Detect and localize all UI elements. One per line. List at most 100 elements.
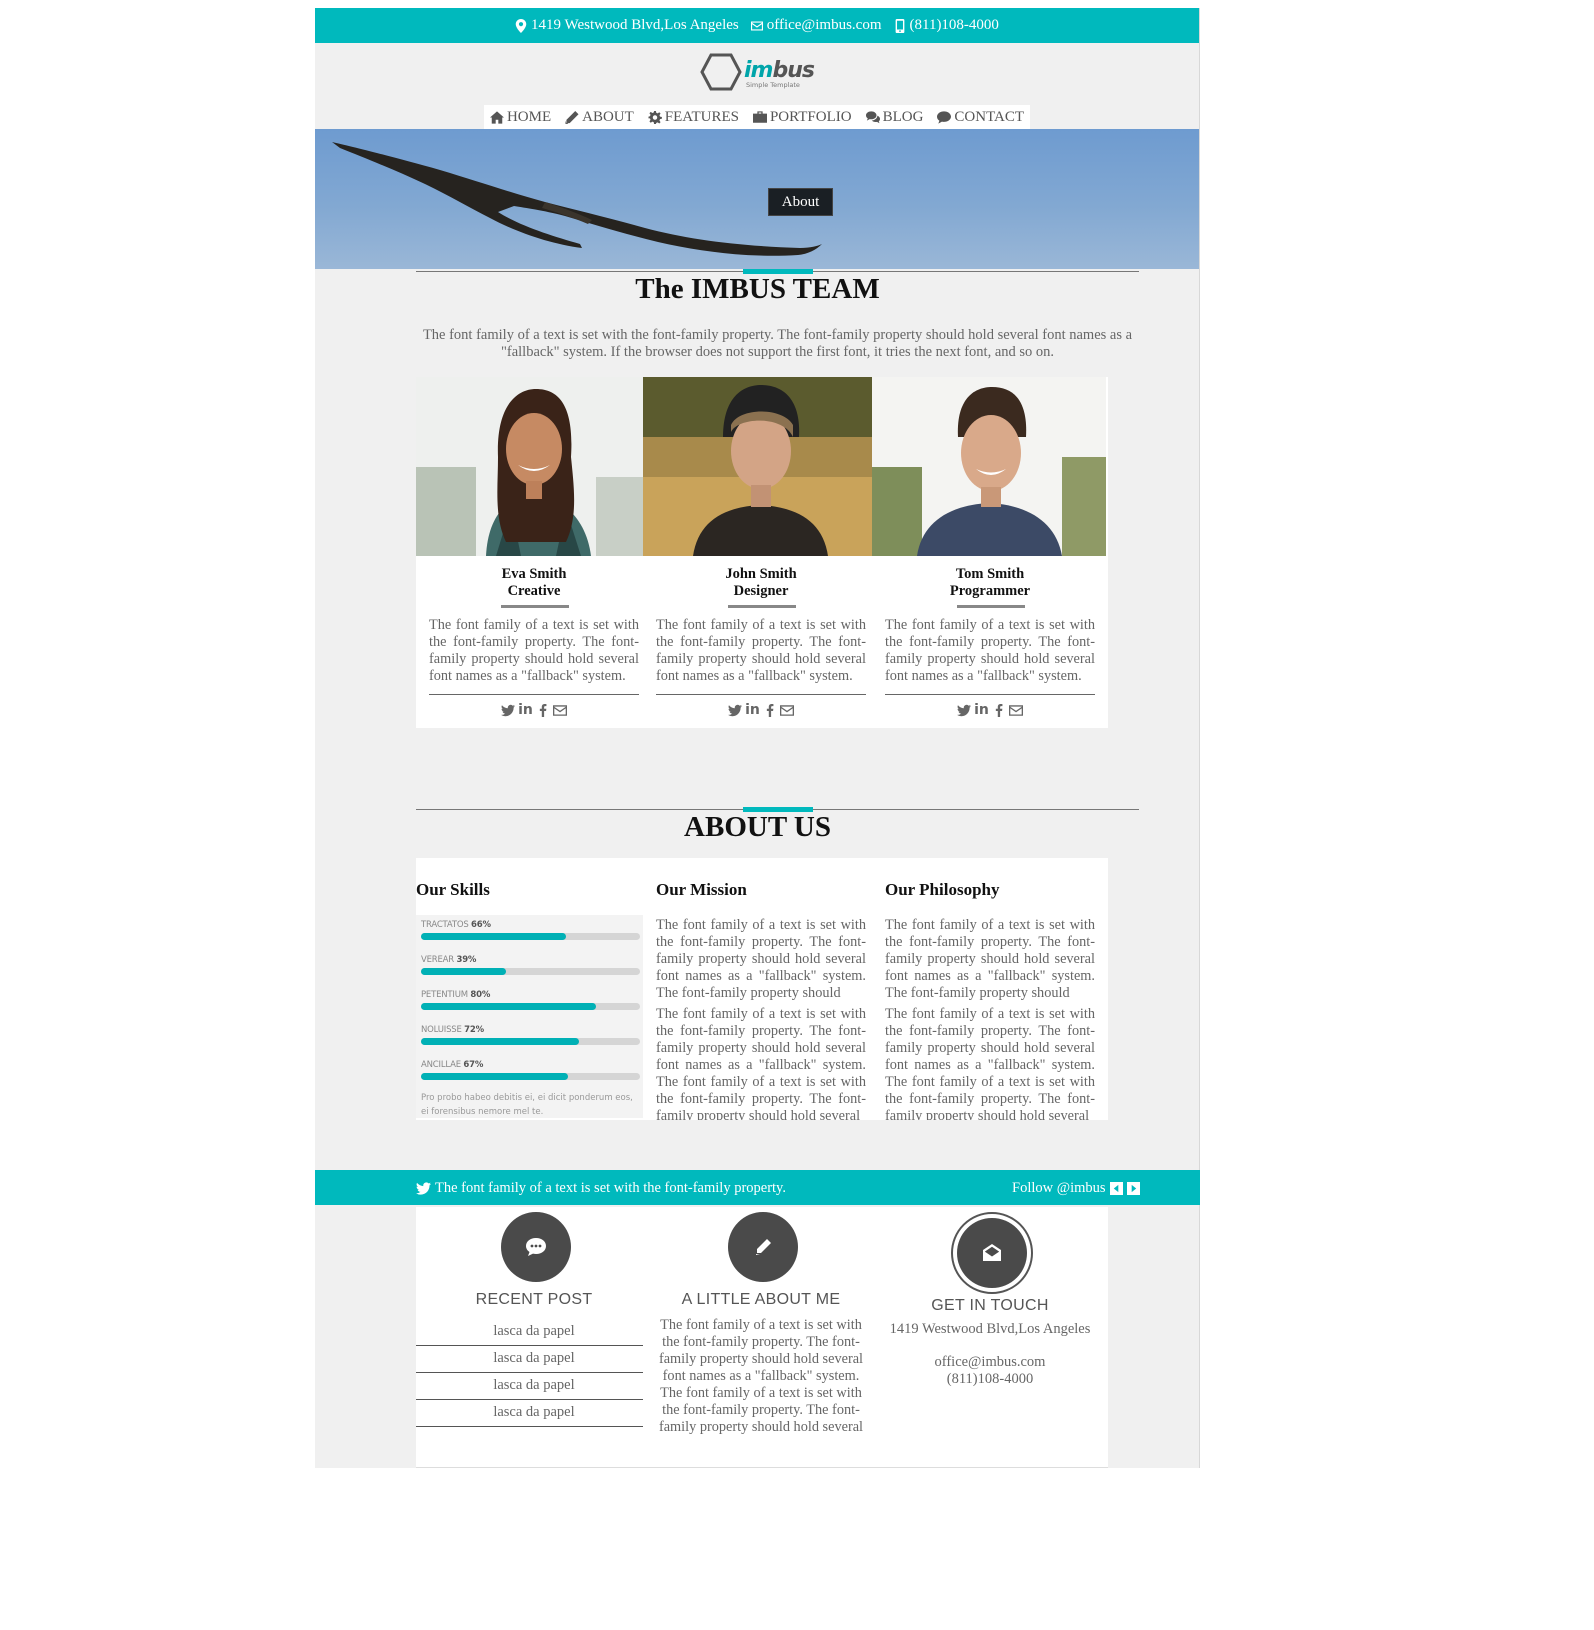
envelope-icon[interactable] — [779, 704, 794, 717]
topbar-email[interactable]: office@imbus.com — [750, 17, 882, 34]
twitter-icon[interactable] — [501, 704, 516, 717]
recent-post-item[interactable]: lasca da papel — [416, 1400, 652, 1427]
member-divider — [728, 605, 796, 608]
comment-icon — [937, 110, 952, 124]
logo-area: imbus Simple Template — [315, 43, 1199, 105]
recent-post-list: lasca da papel lasca da papel lasca da p… — [416, 1319, 652, 1427]
site-container: 1419 Westwood Blvd,Los Angeles office@im… — [315, 8, 1200, 1468]
nav-item-portfolio[interactable]: PORTFOLIO — [752, 108, 852, 126]
team-card-john: John Smith Designer The font family of a … — [643, 377, 879, 728]
team-card-tom: Tom Smith Programmer The font family of a… — [872, 377, 1108, 728]
mobile-phone-icon — [895, 18, 904, 33]
topbar-address-text: 1419 Westwood Blvd,Los Angeles — [531, 17, 739, 33]
skill-progress-fill — [421, 968, 507, 975]
our-skills-column: Our Skills TRACTATOS 66% VEREAR 39% PETE… — [416, 858, 652, 1120]
nav-label: HOME — [506, 108, 552, 125]
linkedin-icon[interactable]: in — [974, 702, 989, 718]
nav-item-home[interactable]: HOME — [489, 108, 552, 126]
topbar-email-text: office@imbus.com — [766, 17, 882, 33]
member-name-role: Tom Smith Programmer — [949, 566, 1031, 599]
skill-item: TRACTATOS 66% — [421, 920, 640, 940]
recent-post-item[interactable]: lasca da papel — [416, 1319, 652, 1346]
home-icon — [489, 110, 504, 124]
nav-item-blog[interactable]: BLOG — [865, 109, 923, 126]
topbar-phone-text: (811)108-4000 — [909, 17, 999, 33]
nav-item-features[interactable]: FEATURES — [648, 109, 739, 126]
skills-note: Pro probo habeo debitis ei, ei dicit pon… — [421, 1093, 633, 1117]
linkedin-icon[interactable]: in — [745, 702, 760, 718]
pencil-icon — [565, 110, 579, 124]
skill-progress-track — [421, 1038, 640, 1045]
nav-label: CONTACT — [954, 108, 1025, 125]
skills-heading: Our Skills — [416, 880, 490, 899]
philosophy-text: The font family of a text is set with th… — [885, 917, 1095, 1120]
about-me-text: The font family of a text is set with th… — [658, 1317, 864, 1435]
tweet-text: The font family of a text is set with th… — [435, 1180, 786, 1196]
topbar-address: 1419 Westwood Blvd,Los Angeles — [515, 17, 739, 34]
member-rule — [656, 694, 866, 695]
prev-arrow-icon[interactable] — [1109, 1182, 1123, 1195]
comments-icon — [865, 110, 880, 123]
member-bio: The font family of a text is set with th… — [656, 617, 866, 684]
about-me-column: A LITTLE ABOUT ME The font family of a t… — [643, 1207, 879, 1468]
skill-progress-fill — [421, 933, 566, 940]
skill-progress-track — [421, 933, 640, 940]
team-card-eva: Eva Smith Creative The font family of a t… — [416, 377, 652, 728]
skill-item: ANCILLAE 67% — [421, 1060, 640, 1080]
twitter-bar: The font family of a text is set with th… — [315, 1170, 1200, 1205]
member-rule — [429, 694, 639, 695]
facebook-icon[interactable] — [536, 703, 550, 717]
contact-email[interactable]: office@imbus.com — [872, 1354, 1108, 1371]
skill-progress-track — [421, 968, 640, 975]
john-smith-photo — [643, 377, 877, 556]
get-in-touch-column: GET IN TOUCH 1419 Westwood Blvd,Los Ange… — [872, 1207, 1108, 1468]
team-section-title: The IMBUS TEAM — [635, 273, 880, 305]
envelope-icon[interactable] — [552, 704, 567, 717]
team-lead-text: The font family of a text is set with th… — [422, 327, 1133, 360]
flying-eagle-image — [332, 142, 822, 256]
twitter-icon[interactable] — [728, 704, 743, 717]
nav-label: ABOUT — [582, 108, 634, 125]
linkedin-icon[interactable]: in — [518, 702, 533, 718]
nav-item-about[interactable]: ABOUT — [565, 109, 634, 126]
skill-progress-track — [421, 1073, 640, 1080]
member-divider — [501, 605, 569, 608]
member-social-links: in — [872, 702, 1108, 718]
twitter-icon[interactable] — [957, 704, 972, 717]
recent-post-item[interactable]: lasca da papel — [416, 1346, 652, 1373]
member-divider — [957, 605, 1025, 608]
facebook-icon[interactable] — [992, 703, 1006, 717]
member-social-links: in — [643, 702, 879, 718]
logo-tagline: Simple Template — [746, 80, 800, 89]
follow-link[interactable]: Follow @imbus — [1012, 1180, 1106, 1197]
member-social-links: in — [416, 702, 652, 718]
envelope-icon[interactable] — [1008, 704, 1023, 717]
skill-item: NOLUISSE 72% — [421, 1025, 640, 1045]
member-name-role: John Smith Designer — [725, 566, 797, 599]
next-arrow-icon[interactable] — [1126, 1182, 1140, 1195]
skill-item: VEREAR 39% — [421, 955, 640, 975]
top-contact-bar: 1419 Westwood Blvd,Los Angeles office@im… — [315, 8, 1199, 43]
member-bio: The font family of a text is set with th… — [429, 617, 639, 684]
recent-post-title: RECENT POST — [475, 1291, 593, 1308]
facebook-icon[interactable] — [763, 703, 777, 717]
contact-address: 1419 Westwood Blvd,Los Angeles — [889, 1321, 1091, 1337]
nav-item-contact[interactable]: CONTACT — [937, 109, 1024, 126]
speech-bubble-icon — [501, 1212, 571, 1282]
tom-smith-photo — [872, 377, 1106, 556]
our-philosophy-column: Our Philosophy The font family of a text… — [872, 858, 1108, 1120]
logo[interactable]: imbus Simple Template — [700, 52, 815, 97]
contact-phone[interactable]: (811)108-4000 — [872, 1371, 1108, 1388]
about-section-title: ABOUT US — [684, 811, 831, 843]
nav-row: HOME ABOUT FEATURES PORTFOLIO BLOG CONTA… — [315, 105, 1199, 129]
skill-progress-fill — [421, 1003, 597, 1010]
nav-label: PORTFOLIO — [769, 108, 852, 125]
follow-area: Follow @imbus — [1012, 1180, 1140, 1197]
breadcrumb-about[interactable]: About — [768, 188, 833, 216]
latest-tweet[interactable]: The font family of a text is set with th… — [416, 1180, 786, 1197]
nav-label: FEATURES — [664, 108, 739, 125]
topbar-phone[interactable]: (811)108-4000 — [894, 17, 999, 34]
eva-smith-photo — [416, 377, 650, 556]
twitter-icon — [416, 1182, 431, 1195]
recent-post-item[interactable]: lasca da papel — [416, 1373, 652, 1400]
